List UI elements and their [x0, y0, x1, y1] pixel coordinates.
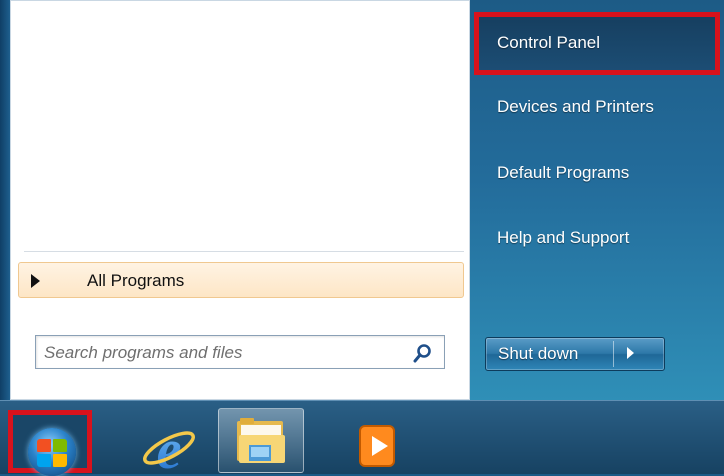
search-box[interactable] — [35, 335, 445, 369]
shut-down-divider — [613, 341, 614, 367]
windows-explorer-button[interactable] — [218, 408, 304, 473]
shut-down-label: Shut down — [498, 344, 579, 363]
media-player-icon[interactable] — [358, 420, 398, 470]
folder-icon — [237, 418, 285, 463]
menu-frame-edge — [0, 0, 10, 400]
devices-and-printers-item[interactable]: Devices and Printers — [497, 97, 654, 117]
shut-down-button[interactable]: Shut down — [485, 337, 665, 371]
shutdown-options-arrow-icon[interactable] — [627, 347, 634, 359]
internet-explorer-icon[interactable]: e — [140, 420, 198, 473]
all-programs-label: All Programs — [87, 271, 185, 290]
menu-separator — [24, 251, 464, 252]
control-panel-label[interactable]: Control Panel — [497, 33, 600, 53]
windows-logo-icon — [28, 428, 76, 476]
start-button[interactable] — [8, 410, 92, 476]
help-and-support-item[interactable]: Help and Support — [497, 228, 629, 248]
search-input[interactable] — [42, 340, 406, 366]
search-icon[interactable] — [412, 342, 434, 364]
default-programs-item[interactable]: Default Programs — [497, 163, 629, 183]
expand-arrow-icon — [31, 274, 40, 288]
all-programs-button[interactable]: All Programs — [18, 262, 464, 298]
svg-text:e: e — [157, 420, 182, 473]
